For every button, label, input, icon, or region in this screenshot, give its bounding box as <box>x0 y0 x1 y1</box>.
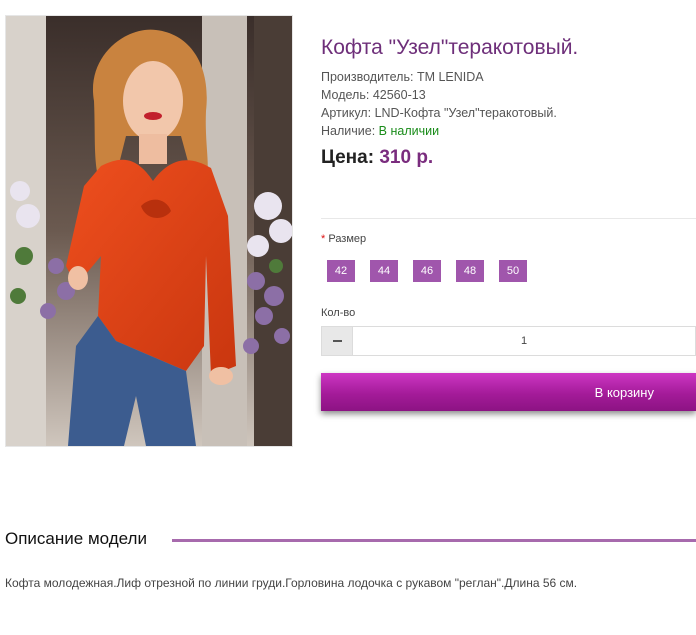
price-value: 310 р. <box>379 147 434 168</box>
sku-label: Артикул: <box>321 106 372 120</box>
size-option-48[interactable]: 48 <box>456 260 484 282</box>
price: Цена: 310 р. <box>321 147 433 169</box>
minus-icon <box>332 340 342 342</box>
model-value: 42560-13 <box>372 88 426 102</box>
size-option-42[interactable]: 42 <box>327 260 355 282</box>
size-label: * Размер <box>321 233 366 245</box>
sku-value: LND-Кофта "Узел"теракотовый. <box>374 106 557 120</box>
divider <box>321 218 696 219</box>
model-row: Модель: 42560-13 <box>321 86 557 104</box>
size-option-50[interactable]: 50 <box>499 260 527 282</box>
availability-row: Наличие: В наличии <box>321 122 557 140</box>
size-option-46[interactable]: 46 <box>413 260 441 282</box>
size-label-text: Размер <box>328 233 367 245</box>
price-label: Цена: <box>321 147 375 168</box>
add-to-cart-button[interactable]: В корзину <box>321 373 696 411</box>
manufacturer-label: Производитель: <box>321 70 414 84</box>
product-title: Кофта "Узел"теракотовый. <box>321 36 579 59</box>
description-heading-line <box>172 539 696 542</box>
availability-value: В наличии <box>378 124 440 138</box>
quantity-label: Кол-во <box>321 307 356 319</box>
description-heading: Описание модели <box>5 529 147 548</box>
size-option-44[interactable]: 44 <box>370 260 398 282</box>
availability-label: Наличие: <box>321 124 376 138</box>
description-text: Кофта молодежная.Лиф отрезной по линии г… <box>5 576 578 590</box>
quantity-decrease-button[interactable] <box>321 326 353 356</box>
product-photo-illustration <box>6 16 292 446</box>
product-image[interactable] <box>5 15 293 447</box>
required-mark: * <box>321 233 326 245</box>
sku-row: Артикул: LND-Кофта "Узел"теракотовый. <box>321 104 557 122</box>
product-specs: Производитель: TM LENIDA Модель: 42560-1… <box>321 68 557 140</box>
model-label: Модель: <box>321 88 370 102</box>
quantity-input[interactable]: 1 <box>353 326 696 356</box>
size-options: 42 44 46 48 50 <box>327 260 542 282</box>
manufacturer-value: TM LENIDA <box>416 70 484 84</box>
manufacturer-row: Производитель: TM LENIDA <box>321 68 557 86</box>
